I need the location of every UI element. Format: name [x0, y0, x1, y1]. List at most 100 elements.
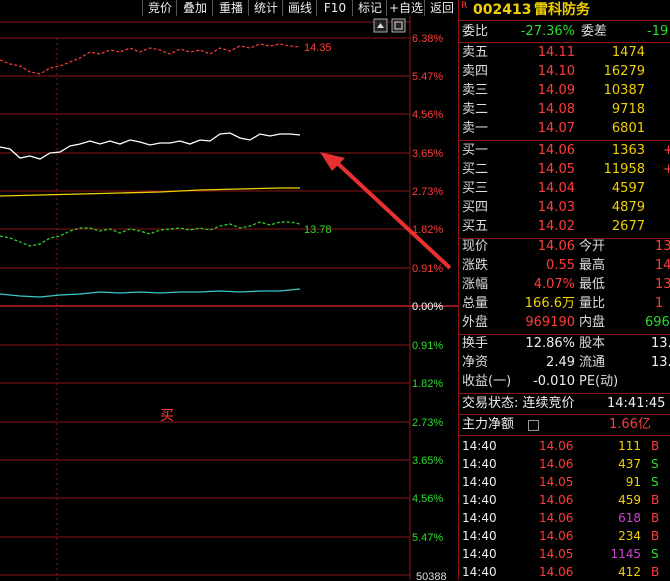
stat-value: 14.06	[537, 239, 575, 254]
ask-row[interactable]: 卖五 14.11 1474	[459, 44, 670, 62]
lower-band-line	[0, 221, 301, 247]
tick-side: B	[651, 565, 660, 579]
quote-row: 现价 14.06 今开 13	[459, 238, 670, 256]
settings-icon[interactable]	[373, 18, 388, 33]
fundamental-row: 换手 12.86% 股本 13.	[459, 335, 670, 353]
tick-price: 14.06	[539, 493, 574, 507]
tick-side: B	[651, 529, 660, 543]
toolbar-button-draw[interactable]: 画线	[282, 0, 317, 16]
bid-row[interactable]: 买五 14.02 2677	[459, 218, 670, 236]
toolbar-button-add-favorite[interactable]: +自选	[386, 0, 425, 16]
stat-label: 流通	[579, 355, 606, 370]
ask-volume: 6801	[611, 121, 645, 136]
stat-value: 696	[645, 315, 670, 330]
pct-label: 5.47%	[412, 532, 443, 544]
ask-label: 卖三	[462, 83, 489, 98]
tick-time: 14:40	[462, 511, 497, 525]
bid-label: 买四	[462, 200, 489, 215]
arrow-annotation	[320, 152, 452, 270]
stat-label: 总量	[462, 296, 489, 311]
tick-row: 14:40 14.06 234 B	[459, 527, 670, 545]
stat-label: 量比	[579, 296, 606, 311]
trade-status-row: 交易状态: 连续竞价 14:41:45	[459, 395, 670, 413]
trade-status: 交易状态: 连续竞价	[462, 396, 575, 411]
bid-volume: 1363	[611, 143, 645, 158]
toolbar-button-stats[interactable]: 统计	[248, 0, 283, 16]
ask-row[interactable]: 卖三 14.09 10387	[459, 82, 670, 100]
toolbar-button-f10[interactable]: F10	[316, 0, 353, 16]
stat-label: 内盘	[579, 315, 606, 330]
stock-code[interactable]: 002413	[473, 1, 531, 19]
toolbar-button-overlay[interactable]: 叠加	[176, 0, 213, 16]
ask-row[interactable]: 卖四 14.10 16279	[459, 63, 670, 81]
fundamental-row: 收益(一) -0.010 PE(动)	[459, 373, 670, 391]
tick-time: 14:40	[462, 493, 497, 507]
weicha-label: 委差	[581, 24, 608, 39]
stat-label: 净资	[462, 355, 489, 370]
main-force-value: 1.66亿	[609, 417, 651, 432]
tick-volume: 234	[618, 529, 641, 543]
bid-row[interactable]: 买三 14.04 4597	[459, 180, 670, 198]
ask-row[interactable]: 卖一 14.07 6801	[459, 120, 670, 138]
tick-volume: 91	[625, 475, 641, 489]
pct-label: 4.56%	[412, 109, 443, 121]
tick-side: S	[651, 547, 659, 561]
ask-price: 14.07	[537, 121, 575, 136]
quote-panel: R 002413 雷科防务 委比 -27.36% 委差 -19 卖五 14.11 1…	[458, 0, 670, 580]
stat-label: 外盘	[462, 315, 489, 330]
intraday-chart: 14.35 13.78 买 6.38% 5.47% 4.56% 3.65% 2.…	[0, 16, 458, 580]
main-force-row: 主力净额 1.66亿	[459, 416, 670, 434]
tick-row: 14:40 14.06 437 S	[459, 455, 670, 473]
tick-price: 14.06	[539, 565, 574, 579]
tick-row: 14:40 14.05 1145 S	[459, 545, 670, 563]
stock-name[interactable]: 雷科防务	[534, 1, 590, 19]
tick-time: 14:40	[462, 565, 497, 579]
ask-price: 14.11	[537, 45, 575, 60]
stat-value: 13	[655, 239, 670, 254]
toolbar-button-replay[interactable]: 重播	[212, 0, 249, 16]
pct-label: 1.82%	[412, 378, 443, 390]
tick-volume: 459	[618, 493, 641, 507]
chart-grid	[0, 16, 458, 580]
ask-row[interactable]: 卖二 14.08 9718	[459, 101, 670, 119]
tick-price: 14.06	[539, 457, 574, 471]
bid-label: 买一	[462, 143, 489, 158]
toolbar-button-mark[interactable]: 标记	[352, 0, 387, 16]
tick-side: B	[651, 511, 660, 525]
stat-label: 涨跌	[462, 258, 489, 273]
bid-price: 14.03	[537, 200, 575, 215]
bid-price: 14.06	[537, 143, 575, 158]
bid-label: 买三	[462, 181, 489, 196]
upper-band-label: 14.35	[304, 42, 332, 54]
stat-value: -0.010	[533, 374, 575, 389]
pct-label: 2.73%	[412, 186, 443, 198]
scroll-up-icon[interactable]	[391, 18, 406, 33]
tick-row: 14:40 14.05 91 S	[459, 473, 670, 491]
bid-price: 14.04	[537, 181, 575, 196]
pct-label: 5.47%	[412, 71, 443, 83]
pct-label: 0.91%	[412, 340, 443, 352]
bid-price: 14.02	[537, 219, 575, 234]
stat-label: 最高	[579, 258, 606, 273]
pct-label: 6.38%	[412, 33, 443, 45]
bid-price: 14.05	[537, 162, 575, 177]
expand-icon[interactable]	[528, 420, 539, 431]
toolbar-button-auction[interactable]: 竞价	[142, 0, 177, 16]
stat-label: PE(动)	[579, 374, 619, 389]
stat-value: 13.	[651, 355, 670, 370]
tick-time: 14:40	[462, 439, 497, 453]
stat-value: 2.49	[546, 355, 575, 370]
stat-value: 1	[655, 296, 664, 311]
bid-row[interactable]: 买一 14.06 1363 +	[459, 142, 670, 160]
toolbar-button-back[interactable]: 返回	[424, 0, 459, 16]
ask-label: 卖二	[462, 102, 489, 117]
weicha-value: -19	[647, 24, 669, 39]
bid-volume: 2677	[611, 219, 645, 234]
tick-row: 14:40 14.06 412 B	[459, 563, 670, 581]
bid-row[interactable]: 买四 14.03 4879	[459, 199, 670, 217]
stat-value: 969190	[525, 315, 575, 330]
bid-row[interactable]: 买二 14.05 11958 +	[459, 161, 670, 179]
badge-r: R	[461, 1, 468, 11]
ask-volume: 10387	[603, 83, 645, 98]
tick-volume: 618	[618, 511, 641, 525]
